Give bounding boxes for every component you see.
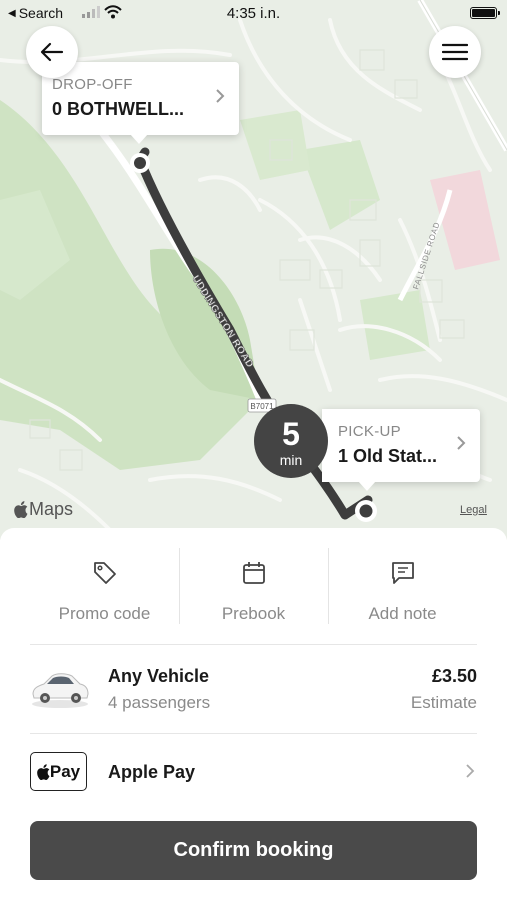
back-button[interactable] xyxy=(26,26,78,78)
eta-unit: min xyxy=(279,452,303,468)
fare-note: Estimate xyxy=(410,693,477,712)
status-bar: ◀ Search 4:35 i.n. xyxy=(0,0,507,26)
pickup-label: PICK-UP xyxy=(338,423,401,440)
dropoff-label: DROP-OFF xyxy=(52,76,133,93)
prebook-button[interactable]: Prebook xyxy=(179,548,328,648)
fare-price: £3.50 xyxy=(431,666,477,686)
car-icon xyxy=(32,673,89,708)
dropoff-callout[interactable]: DROP-OFF 0 BOTHWELL... xyxy=(42,62,239,144)
tag-icon xyxy=(90,558,120,588)
apple-pay-badge: Pay xyxy=(30,752,87,791)
pickup-address: 1 Old Stat... xyxy=(338,446,438,466)
eta-value: 5 xyxy=(282,416,300,452)
status-time: 4:35 i.n. xyxy=(226,5,281,22)
promo-code-label: Promo code xyxy=(58,604,151,623)
vehicle-passengers: 4 passengers xyxy=(108,693,211,712)
pickup-callout[interactable]: PICK-UP 1 Old Stat... xyxy=(322,409,480,491)
prebook-label: Prebook xyxy=(221,604,286,623)
vehicle-name: Any Vehicle xyxy=(108,666,210,686)
apple-maps-logo: Maps xyxy=(14,499,73,520)
dropoff-address: 0 BOTHWELL... xyxy=(52,99,184,119)
vehicle-option[interactable]: Any Vehicle 4 passengers £3.50 Estimate xyxy=(30,656,477,732)
eta-badge: 5 min xyxy=(254,404,328,478)
booking-sheet: Promo code Prebook Add note Any Vehicle … xyxy=(0,528,507,900)
confirm-booking-button[interactable]: Confirm booking xyxy=(30,821,477,880)
action-row: Promo code Prebook Add note xyxy=(30,548,477,648)
apple-pay-badge-text: Pay xyxy=(49,761,81,781)
apple-logo-icon xyxy=(14,501,28,518)
hamburger-icon xyxy=(442,43,468,61)
divider xyxy=(30,733,477,734)
add-note-label: Add note xyxy=(368,604,437,623)
chevron-right-icon xyxy=(466,764,475,778)
arrow-left-icon xyxy=(40,42,64,62)
chevron-right-icon xyxy=(457,436,466,450)
apple-logo-icon xyxy=(37,763,50,780)
chevron-right-icon xyxy=(216,89,225,103)
note-icon xyxy=(388,558,418,588)
menu-button[interactable] xyxy=(429,26,481,78)
calendar-icon xyxy=(239,558,269,588)
promo-code-button[interactable]: Promo code xyxy=(30,548,179,648)
payment-method-row[interactable]: Pay Apple Pay xyxy=(30,750,477,794)
divider xyxy=(30,644,477,645)
add-note-button[interactable]: Add note xyxy=(328,548,477,648)
payment-method-name: Apple Pay xyxy=(108,762,196,782)
legal-link[interactable]: Legal xyxy=(460,504,487,516)
battery-icon xyxy=(470,7,500,19)
map-view[interactable]: UDDINGSTON ROAD FALLSIDE ROAD B7071 ◀ Se… xyxy=(0,0,507,540)
maps-brand-label: Maps xyxy=(29,499,74,519)
